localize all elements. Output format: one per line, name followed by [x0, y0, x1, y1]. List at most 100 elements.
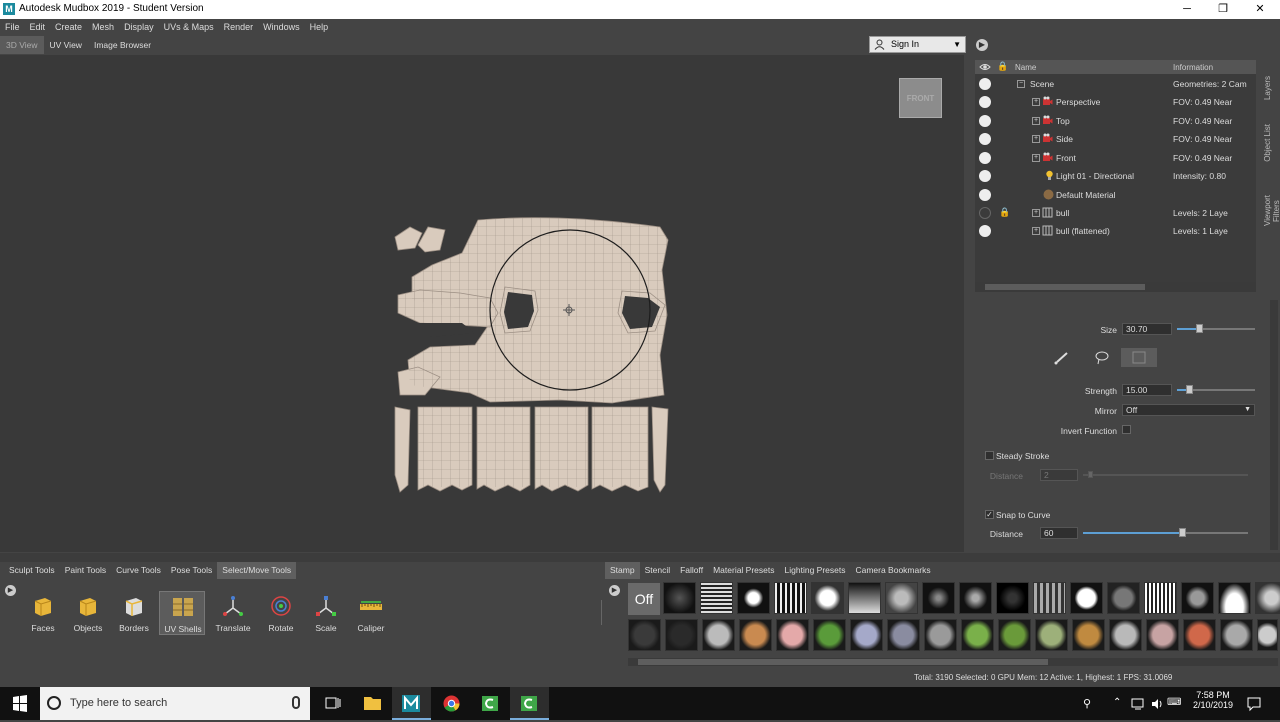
menu-display[interactable]: Display: [119, 19, 159, 32]
close-button[interactable]: ✕: [1242, 0, 1278, 19]
list-item[interactable]: − Scene Geometries: 2 Cam: [975, 75, 1256, 93]
menu-create[interactable]: Create: [50, 19, 87, 32]
network-icon[interactable]: [1131, 697, 1145, 711]
mirror-dropdown[interactable]: Off ▼: [1122, 404, 1255, 416]
tab-3d-view[interactable]: 3D View: [0, 36, 44, 54]
stamp-thumbnail[interactable]: [776, 619, 809, 651]
viewport-3d[interactable]: [0, 55, 964, 552]
tab-viewport-filters[interactable]: Viewport Filters: [1263, 186, 1280, 236]
shelf-splitter[interactable]: [0, 553, 1280, 562]
visibility-toggle[interactable]: [979, 133, 991, 145]
stamp-thumbnail[interactable]: [811, 582, 844, 614]
visibility-toggle[interactable]: [979, 78, 991, 90]
stamp-thumbnail[interactable]: [924, 619, 957, 651]
app-green-recorder-button[interactable]: [510, 687, 549, 720]
tab-stamp[interactable]: Stamp: [605, 562, 640, 579]
taskbar-search-box[interactable]: Type here to search: [40, 687, 310, 720]
tab-stencil[interactable]: Stencil: [640, 562, 676, 579]
stamp-thumbnail[interactable]: [774, 582, 807, 614]
list-item[interactable]: Light 01 - Directional Intensity: 0.80: [975, 167, 1256, 185]
strength-slider[interactable]: [1177, 385, 1255, 394]
rectangle-select-button[interactable]: [1121, 348, 1157, 367]
size-field[interactable]: 30.70: [1122, 323, 1172, 335]
stamp-thumbnail[interactable]: [1109, 619, 1142, 651]
snap-distance-slider[interactable]: [1083, 528, 1248, 537]
brush-stroke-button[interactable]: [1047, 348, 1083, 367]
stamps-scrollbar[interactable]: [628, 658, 1278, 666]
tab-layers[interactable]: Layers: [1263, 76, 1278, 100]
tab-sculpt-tools[interactable]: Sculpt Tools: [4, 562, 60, 579]
microphone-icon[interactable]: [292, 696, 300, 709]
stamp-thumbnail[interactable]: [1257, 619, 1278, 651]
size-slider[interactable]: [1177, 324, 1255, 333]
maximize-button[interactable]: ❐: [1205, 0, 1241, 19]
properties-scrollbar[interactable]: [1270, 300, 1278, 550]
stamp-thumbnail[interactable]: [1033, 582, 1066, 614]
expand-icon[interactable]: +: [1032, 154, 1040, 162]
objects-tool[interactable]: Objects: [65, 591, 111, 635]
notifications-icon[interactable]: [1246, 696, 1262, 712]
stamp-thumbnail[interactable]: [700, 582, 733, 614]
tab-object-list[interactable]: Object List: [1263, 124, 1278, 162]
list-item[interactable]: + Side FOV: 0.49 Near: [975, 130, 1256, 148]
borders-tool[interactable]: Borders: [111, 591, 157, 635]
visibility-toggle[interactable]: [979, 115, 991, 127]
tab-material-presets[interactable]: Material Presets: [708, 562, 779, 579]
expand-icon[interactable]: +: [1032, 227, 1040, 235]
sign-in-button[interactable]: Sign In ▼: [869, 36, 966, 53]
menu-help[interactable]: Help: [305, 19, 334, 32]
stamp-thumbnail[interactable]: [1220, 619, 1253, 651]
expand-icon[interactable]: +: [1032, 135, 1040, 143]
expand-icon[interactable]: +: [1032, 117, 1040, 125]
tab-uv-view[interactable]: UV View: [44, 36, 88, 54]
tab-paint-tools[interactable]: Paint Tools: [60, 562, 111, 579]
object-list-scrollbar[interactable]: [975, 282, 1256, 292]
stamp-thumbnail[interactable]: [996, 582, 1029, 614]
faces-tool[interactable]: Faces: [20, 591, 66, 635]
stamp-thumbnail[interactable]: [1107, 582, 1140, 614]
column-information[interactable]: Information: [1173, 63, 1213, 72]
visibility-toggle[interactable]: [979, 189, 991, 201]
minimize-button[interactable]: ─: [1169, 0, 1205, 19]
menu-edit[interactable]: Edit: [25, 19, 51, 32]
visibility-toggle[interactable]: [979, 96, 991, 108]
stamp-thumbnail[interactable]: [850, 619, 883, 651]
stamp-thumbnail[interactable]: [628, 619, 661, 651]
stamp-thumbnail[interactable]: [848, 582, 881, 614]
tab-lighting-presets[interactable]: Lighting Presets: [780, 562, 851, 579]
stamp-thumbnail[interactable]: [813, 619, 846, 651]
expand-icon[interactable]: +: [1032, 209, 1040, 217]
chevron-up-icon[interactable]: ⌃: [1113, 697, 1125, 711]
collapse-icon[interactable]: −: [1017, 80, 1025, 88]
caliper-tool[interactable]: Caliper: [348, 591, 394, 635]
lock-icon[interactable]: 🔒: [999, 207, 1010, 218]
stamp-thumbnail[interactable]: [1255, 582, 1280, 614]
system-clock[interactable]: 7:58 PM 2/10/2019: [1188, 690, 1238, 710]
stamp-thumbnail[interactable]: [737, 582, 770, 614]
uv-shells-tool[interactable]: UV Shells: [159, 591, 205, 635]
lasso-button[interactable]: [1084, 348, 1120, 367]
menu-file[interactable]: File: [0, 19, 25, 32]
translate-tool[interactable]: Translate: [210, 591, 256, 635]
list-item[interactable]: + Top FOV: 0.49 Near: [975, 112, 1256, 130]
menu-windows[interactable]: Windows: [258, 19, 305, 32]
task-view-button[interactable]: [313, 687, 352, 720]
stamp-thumbnail[interactable]: [1181, 582, 1214, 614]
scrollbar-thumb[interactable]: [985, 284, 1145, 290]
scrollbar-thumb[interactable]: [638, 659, 1048, 665]
menu-uvs-maps[interactable]: UVs & Maps: [159, 19, 219, 32]
stamp-thumbnail[interactable]: [665, 619, 698, 651]
stamps-scroll-button[interactable]: ▶: [609, 585, 620, 596]
stamp-thumbnail[interactable]: [1146, 619, 1179, 651]
tab-select-move-tools[interactable]: Select/Move Tools: [217, 562, 297, 579]
stamp-thumbnail[interactable]: [702, 619, 735, 651]
stamp-thumbnail[interactable]: [1218, 582, 1251, 614]
snap-distance-field[interactable]: 60: [1040, 527, 1078, 539]
chrome-button[interactable]: [432, 687, 471, 720]
mudbox-taskbar-button[interactable]: [392, 687, 431, 720]
tab-camera-bookmarks[interactable]: Camera Bookmarks: [850, 562, 935, 579]
list-item[interactable]: + Front FOV: 0.49 Near: [975, 149, 1256, 167]
stamp-thumbnail[interactable]: [998, 619, 1031, 651]
stamp-thumbnail[interactable]: [1035, 619, 1068, 651]
stamp-thumbnail[interactable]: [1144, 582, 1177, 614]
